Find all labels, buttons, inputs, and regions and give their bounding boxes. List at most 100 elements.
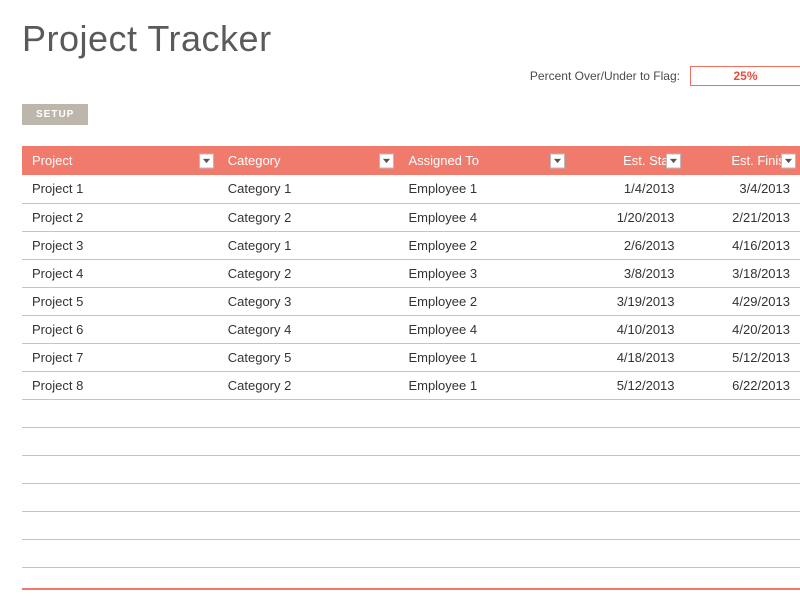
filter-dropdown-icon[interactable] — [550, 153, 565, 168]
cell-empty[interactable] — [685, 399, 800, 427]
table-row[interactable]: Project 5Category 3Employee 23/19/20134/… — [22, 287, 800, 315]
table-row-empty[interactable] — [22, 511, 800, 539]
cell-empty[interactable] — [22, 399, 218, 427]
cell-empty[interactable] — [685, 539, 800, 567]
cell-assigned[interactable]: Employee 1 — [398, 371, 569, 399]
cell-assigned[interactable]: Employee 1 — [398, 343, 569, 371]
filter-dropdown-icon[interactable] — [199, 153, 214, 168]
cell-est_finish[interactable]: 4/20/2013 — [685, 315, 800, 343]
cell-assigned[interactable]: Employee 4 — [398, 203, 569, 231]
cell-est_finish[interactable]: 4/29/2013 — [685, 287, 800, 315]
cell-empty[interactable] — [218, 539, 399, 567]
col-header-project[interactable]: Project — [22, 146, 218, 175]
table-row[interactable]: Project 3Category 1Employee 22/6/20134/1… — [22, 231, 800, 259]
cell-project[interactable]: Project 2 — [22, 203, 218, 231]
cell-empty[interactable] — [569, 539, 684, 567]
cell-category[interactable]: Category 2 — [218, 371, 399, 399]
table-row[interactable]: Project 1Category 1Employee 11/4/20133/4… — [22, 175, 800, 203]
cell-est_finish[interactable]: 2/21/2013 — [685, 203, 800, 231]
col-header-est-finish[interactable]: Est. Finish — [685, 146, 800, 175]
cell-empty[interactable] — [22, 455, 218, 483]
col-label: Category — [228, 153, 281, 168]
cell-empty[interactable] — [22, 427, 218, 455]
cell-empty[interactable] — [569, 511, 684, 539]
cell-empty[interactable] — [685, 455, 800, 483]
cell-category[interactable]: Category 5 — [218, 343, 399, 371]
filter-dropdown-icon[interactable] — [379, 153, 394, 168]
cell-empty[interactable] — [398, 539, 569, 567]
cell-empty[interactable] — [398, 455, 569, 483]
cell-est_start[interactable]: 3/19/2013 — [569, 287, 684, 315]
cell-empty[interactable] — [398, 511, 569, 539]
project-table-wrap: Project Category Assigned To Est. Start … — [22, 146, 800, 600]
cell-category[interactable]: Category 1 — [218, 231, 399, 259]
cell-assigned[interactable]: Employee 4 — [398, 315, 569, 343]
table-row[interactable]: Project 8Category 2Employee 15/12/20136/… — [22, 371, 800, 399]
cell-est_finish[interactable]: 4/16/2013 — [685, 231, 800, 259]
col-header-category[interactable]: Category — [218, 146, 399, 175]
table-row-empty[interactable] — [22, 483, 800, 511]
table-row[interactable]: Project 7Category 5Employee 14/18/20135/… — [22, 343, 800, 371]
table-row-empty[interactable] — [22, 455, 800, 483]
cell-empty[interactable] — [218, 483, 399, 511]
cell-est_start[interactable]: 2/6/2013 — [569, 231, 684, 259]
cell-empty[interactable] — [569, 483, 684, 511]
col-header-est-start[interactable]: Est. Start — [569, 146, 684, 175]
cell-est_start[interactable]: 4/10/2013 — [569, 315, 684, 343]
cell-project[interactable]: Project 7 — [22, 343, 218, 371]
cell-empty[interactable] — [569, 427, 684, 455]
table-row-empty[interactable] — [22, 427, 800, 455]
cell-empty[interactable] — [569, 399, 684, 427]
cell-empty[interactable] — [218, 455, 399, 483]
cell-est_start[interactable]: 4/18/2013 — [569, 343, 684, 371]
cell-project[interactable]: Project 4 — [22, 259, 218, 287]
cell-category[interactable]: Category 2 — [218, 203, 399, 231]
table-row[interactable]: Project 4Category 2Employee 33/8/20133/1… — [22, 259, 800, 287]
table-row[interactable]: Project 6Category 4Employee 44/10/20134/… — [22, 315, 800, 343]
cell-project[interactable]: Project 3 — [22, 231, 218, 259]
cell-empty[interactable] — [22, 483, 218, 511]
cell-category[interactable]: Category 2 — [218, 259, 399, 287]
cell-assigned[interactable]: Employee 1 — [398, 175, 569, 203]
cell-empty[interactable] — [685, 511, 800, 539]
cell-empty[interactable] — [398, 427, 569, 455]
cell-empty[interactable] — [22, 539, 218, 567]
cell-assigned[interactable]: Employee 3 — [398, 259, 569, 287]
cell-empty[interactable] — [398, 399, 569, 427]
cell-empty[interactable] — [569, 455, 684, 483]
flag-label: Percent Over/Under to Flag: — [530, 69, 680, 83]
cell-est_start[interactable]: 1/4/2013 — [569, 175, 684, 203]
cell-project[interactable]: Project 1 — [22, 175, 218, 203]
col-label: Project — [32, 153, 72, 168]
table-row-empty[interactable] — [22, 539, 800, 567]
cell-est_finish[interactable]: 6/22/2013 — [685, 371, 800, 399]
cell-project[interactable]: Project 8 — [22, 371, 218, 399]
cell-project[interactable]: Project 5 — [22, 287, 218, 315]
cell-empty[interactable] — [398, 483, 569, 511]
cell-category[interactable]: Category 1 — [218, 175, 399, 203]
filter-dropdown-icon[interactable] — [666, 153, 681, 168]
cell-assigned[interactable]: Employee 2 — [398, 287, 569, 315]
cell-est_start[interactable]: 3/8/2013 — [569, 259, 684, 287]
col-header-assigned[interactable]: Assigned To — [398, 146, 569, 175]
cell-empty[interactable] — [22, 511, 218, 539]
cell-category[interactable]: Category 3 — [218, 287, 399, 315]
cell-est_finish[interactable]: 3/4/2013 — [685, 175, 800, 203]
cell-est_finish[interactable]: 3/18/2013 — [685, 259, 800, 287]
cell-empty[interactable] — [218, 427, 399, 455]
setup-button[interactable]: SETUP — [22, 104, 88, 125]
cell-empty[interactable] — [685, 427, 800, 455]
cell-empty[interactable] — [685, 483, 800, 511]
table-row-empty[interactable] — [22, 399, 800, 427]
cell-project[interactable]: Project 6 — [22, 315, 218, 343]
cell-category[interactable]: Category 4 — [218, 315, 399, 343]
flag-value-cell[interactable]: 25% — [690, 66, 800, 86]
filter-dropdown-icon[interactable] — [781, 153, 796, 168]
cell-est_start[interactable]: 5/12/2013 — [569, 371, 684, 399]
table-row[interactable]: Project 2Category 2Employee 41/20/20132/… — [22, 203, 800, 231]
cell-est_finish[interactable]: 5/12/2013 — [685, 343, 800, 371]
cell-est_start[interactable]: 1/20/2013 — [569, 203, 684, 231]
cell-empty[interactable] — [218, 399, 399, 427]
cell-assigned[interactable]: Employee 2 — [398, 231, 569, 259]
cell-empty[interactable] — [218, 511, 399, 539]
